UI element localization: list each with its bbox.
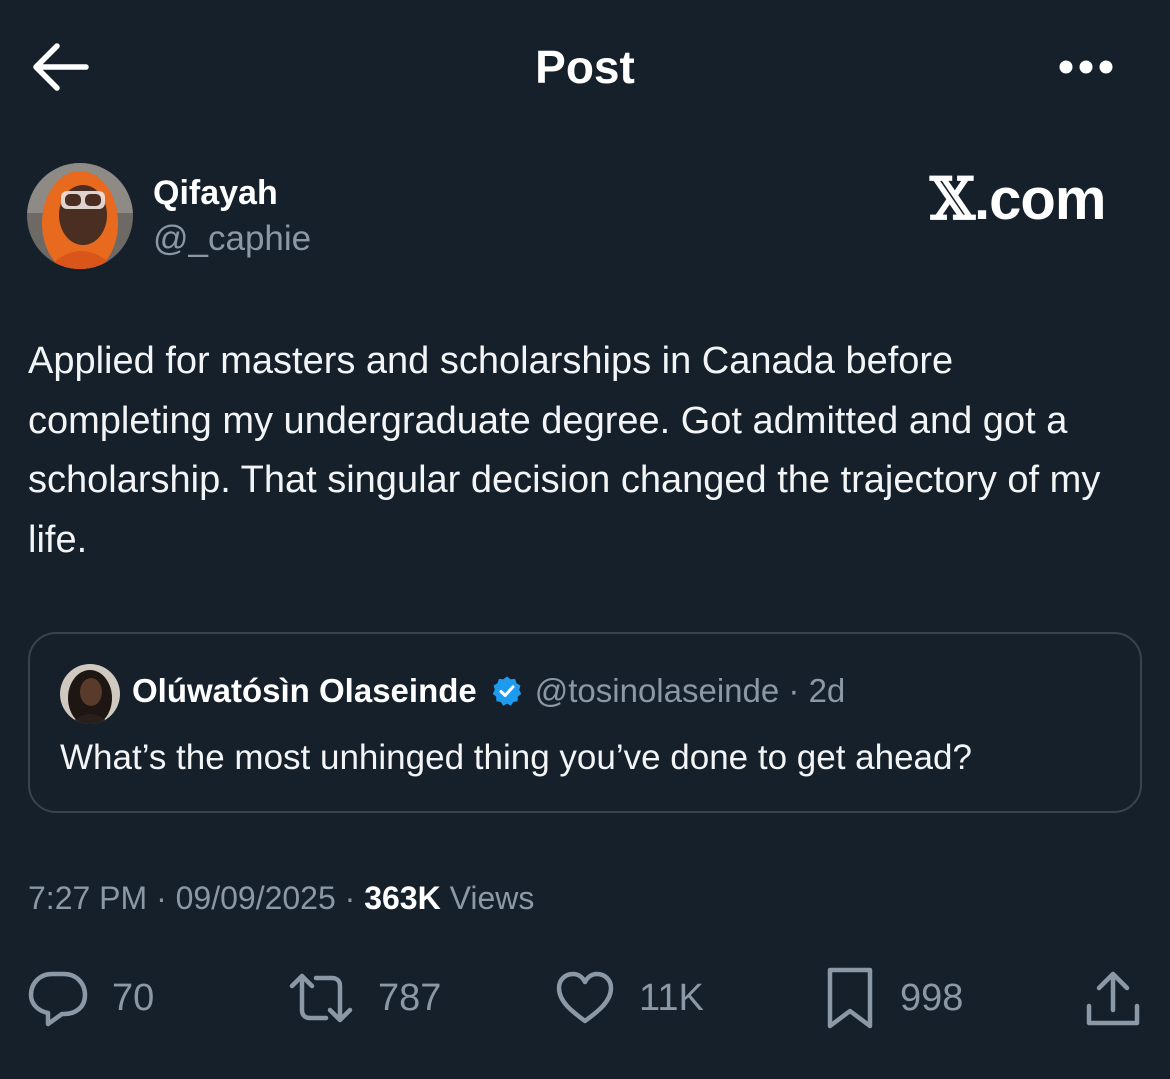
post-meta: 7:27 PM · 09/09/2025 · 363K Views [28, 880, 534, 917]
quoted-author-avatar [60, 664, 120, 724]
share-button[interactable] [1082, 958, 1144, 1038]
post-time[interactable]: 7:27 PM [28, 880, 147, 916]
views-label[interactable]: Views [450, 880, 535, 916]
meta-separator: · [344, 880, 356, 916]
profile-photo [27, 163, 133, 269]
post-date[interactable]: 09/09/2025 [176, 880, 336, 916]
like-count: 11K [639, 976, 704, 1019]
quoted-text: What’s the most unhinged thing you’ve do… [60, 738, 972, 777]
meta-separator: · [156, 880, 167, 916]
quoted-header: Olúwatósìn Olaseinde @tosinolaseinde · 2… [132, 672, 845, 710]
post-page: Post Qifayah @_caphie 𝕏.com Applied for … [0, 0, 1170, 1079]
more-horizontal-icon [1059, 60, 1113, 74]
reply-button[interactable]: 70 [26, 958, 154, 1038]
quoted-handle-age: @tosinolaseinde · 2d [534, 672, 846, 709]
x-logo: 𝕏 [930, 165, 975, 233]
quoted-profile-photo [60, 664, 120, 724]
post-text: Applied for masters and scholarships in … [28, 340, 1101, 561]
author-avatar[interactable] [27, 163, 133, 269]
xcom-watermark: 𝕏.com [930, 165, 1106, 233]
verified-badge-icon [492, 676, 521, 706]
action-bar: 70 787 11K 998 [0, 958, 1170, 1038]
repost-icon [289, 973, 353, 1023]
watermark-domain: .com [974, 167, 1106, 232]
bookmark-button[interactable]: 998 [822, 958, 963, 1038]
page-title: Post [535, 41, 635, 93]
repost-button[interactable]: 787 [286, 958, 441, 1038]
share-icon [1086, 971, 1140, 1026]
more-options-button[interactable] [1052, 52, 1120, 82]
like-button[interactable]: 11K [553, 958, 704, 1038]
quoted-post-card[interactable]: Olúwatósìn Olaseinde @tosinolaseinde · 2… [28, 632, 1142, 813]
bookmark-icon [827, 967, 873, 1029]
reply-count: 70 [112, 976, 155, 1019]
top-bar: Post [0, 0, 1170, 130]
bookmark-count: 998 [900, 976, 964, 1019]
quoted-author-name: Olúwatósìn Olaseinde [132, 672, 477, 709]
author-handle[interactable]: @_caphie [153, 219, 311, 259]
views-count[interactable]: 363K [364, 880, 441, 916]
reply-icon [28, 971, 88, 1027]
repost-count: 787 [378, 976, 442, 1019]
heart-icon [556, 971, 614, 1024]
author-name[interactable]: Qifayah [153, 174, 278, 213]
